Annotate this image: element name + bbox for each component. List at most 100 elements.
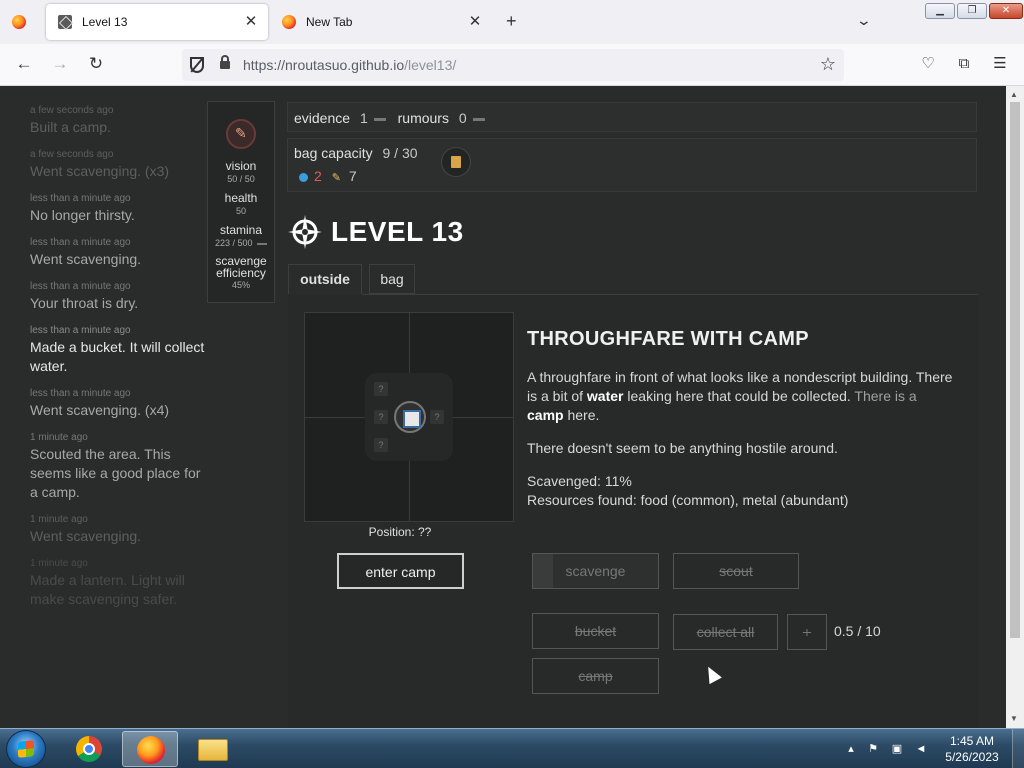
camp-button[interactable]: camp (532, 658, 659, 694)
log-text: Made a bucket. It will collect water. (30, 339, 205, 374)
lock-icon[interactable] (220, 55, 230, 69)
log-time: a few seconds ago (30, 105, 114, 116)
tab-title: Level 13 (82, 15, 128, 29)
close-tab-icon[interactable]: ✕ (242, 13, 260, 31)
taskbar-chrome[interactable] (60, 731, 116, 767)
taskbar-explorer[interactable] (184, 731, 240, 767)
firefox-menu-icon[interactable] (12, 15, 26, 29)
vision-label: vision (225, 159, 257, 173)
pocket-icon[interactable]: ♡ (918, 54, 938, 74)
scavenge-cooldown-progress (533, 554, 553, 588)
log-text: Went scavenging. (x4) (30, 402, 170, 418)
log-entry: 1 minute ago Made a lantern. Light will … (30, 557, 210, 609)
tab-title: New Tab (306, 15, 353, 29)
back-arrow-icon[interactable]: ← (13, 54, 35, 74)
url-path: /level13/ (404, 57, 457, 73)
extensions-icon[interactable]: ⧉ (954, 54, 974, 74)
network-icon[interactable]: ▣ (890, 742, 904, 756)
desc-part3: leaking here that could be collected. (627, 388, 851, 404)
evidence-change-indicator (373, 117, 386, 121)
location-title: THROUGHFARE WITH CAMP (527, 328, 809, 350)
list-tabs-chevron-icon[interactable]: ⌄ (856, 12, 872, 29)
scrollbar-thumb[interactable] (1010, 102, 1020, 638)
minimize-button[interactable]: ▁ (925, 3, 955, 19)
firefox-favicon-icon (282, 15, 296, 29)
scout-button[interactable]: scout (673, 553, 799, 589)
bag-capacity: bag capacity 9 / 30 (294, 145, 418, 161)
desc-part1: A throughfare in front of what looks lik… (527, 369, 913, 385)
navigation-toolbar: ← → ↻ https://nroutasuo.github.io/level1… (0, 44, 1024, 86)
collect-one-button[interactable]: + (787, 614, 827, 650)
windows-taskbar: ▴ ⚑ ▣ ◄ 1:45 AM 5/26/2023 (0, 728, 1024, 768)
stamina-value: 223 / 500 (208, 237, 274, 250)
water-icon (299, 172, 308, 182)
tab-new-tab[interactable]: New Tab ✕ (270, 4, 492, 40)
metal-icon: ✎ (331, 172, 341, 184)
new-tab-button[interactable]: + (506, 12, 517, 30)
stamina-value-text: 223 / 500 (214, 238, 253, 248)
player-avatar-icon[interactable] (226, 119, 256, 149)
scroll-down-arrow-icon[interactable]: ▼ (1010, 714, 1018, 723)
show-desktop-button[interactable] (1012, 729, 1024, 768)
metal-count: 7 (348, 168, 357, 184)
taskbar-firefox[interactable] (122, 731, 178, 767)
resources-bar: evidence 1 rumours 0 (287, 102, 977, 132)
log-time: 1 minute ago (30, 558, 88, 569)
tab-level13[interactable]: Level 13 ✕ (46, 4, 268, 40)
water-collector-counter: 0.5 / 10 (834, 623, 881, 639)
clock-date: 5/26/2023 (945, 750, 999, 764)
log-entry: less than a minute ago Went scavenging. … (30, 387, 210, 420)
scroll-up-arrow-icon[interactable]: ▲ (1010, 90, 1018, 99)
location-description: A throughfare in front of what looks lik… (527, 368, 957, 510)
start-button[interactable] (6, 730, 46, 768)
reload-icon[interactable]: ↻ (85, 54, 107, 74)
log-text: Made a lantern. Light will make scavengi… (30, 572, 185, 607)
log-time: 1 minute ago (30, 514, 88, 525)
close-window-button[interactable]: ✕ (989, 3, 1023, 19)
rumours-change-indicator (472, 117, 485, 121)
bookmark-star-icon[interactable]: ☆ (820, 54, 836, 75)
volume-muted-icon[interactable]: ◄ (914, 742, 928, 756)
scavenge-button[interactable]: scavenge (532, 553, 659, 589)
close-tab-icon[interactable]: ✕ (466, 13, 484, 31)
log-entry: less than a minute ago Made a bucket. It… (30, 324, 210, 376)
water-count: 2 (314, 168, 322, 184)
log-text: No longer thirsty. (30, 207, 135, 223)
bag-icon[interactable] (441, 147, 471, 177)
chrome-icon (76, 736, 102, 762)
log-text: Went scavenging. (30, 528, 142, 544)
show-hidden-icons-icon[interactable]: ▴ (844, 742, 858, 756)
event-log: a few seconds ago Built a camp. a few se… (30, 102, 210, 620)
forward-arrow-icon[interactable]: → (49, 54, 71, 74)
scavenge-efficiency-value: 45% (231, 280, 250, 290)
action-center-flag-icon[interactable]: ⚑ (866, 742, 880, 756)
restore-button[interactable]: ❐ (957, 3, 987, 19)
log-text: Built a camp. (30, 119, 111, 135)
url-bar[interactable]: https://nroutasuo.github.io/level13/ ☆ (182, 49, 844, 81)
description-paragraph: A throughfare in front of what looks lik… (527, 368, 957, 425)
local-map[interactable]: ? ? ? ? (304, 312, 514, 522)
resources-row: evidence 1 rumours 0 (294, 110, 485, 126)
hamburger-menu-icon[interactable]: ☰ (990, 54, 1010, 74)
tab-outside[interactable]: outside (288, 264, 362, 294)
hostile-status: There doesn't seem to be anything hostil… (527, 440, 838, 456)
vision-value: 50 / 50 (227, 174, 255, 184)
log-entry: a few seconds ago Went scavenging. (x3) (30, 148, 210, 181)
scavenge-button-label: scavenge (565, 563, 626, 579)
level-title: LEVEL 13 (331, 216, 464, 247)
page-scrollbar[interactable]: ▲ ▼ (1006, 86, 1024, 728)
tracking-protection-shield-icon[interactable] (190, 57, 204, 73)
unknown-sector-icon: ? (374, 382, 388, 396)
desc-part5: here. (567, 407, 600, 423)
tab-bag[interactable]: bag (369, 264, 415, 294)
health-value: 50 (235, 206, 246, 216)
system-clock[interactable]: 1:45 AM 5/26/2023 (936, 733, 1008, 765)
log-time: less than a minute ago (30, 388, 131, 399)
log-time: less than a minute ago (30, 325, 131, 336)
health-label: health (224, 191, 258, 205)
bucket-button[interactable]: bucket (532, 613, 659, 649)
enter-camp-button[interactable]: enter camp (337, 553, 464, 589)
url-text[interactable]: https://nroutasuo.github.io/level13/ (243, 57, 456, 73)
log-time: less than a minute ago (30, 281, 131, 292)
collect-all-button[interactable]: collect all (673, 614, 778, 650)
